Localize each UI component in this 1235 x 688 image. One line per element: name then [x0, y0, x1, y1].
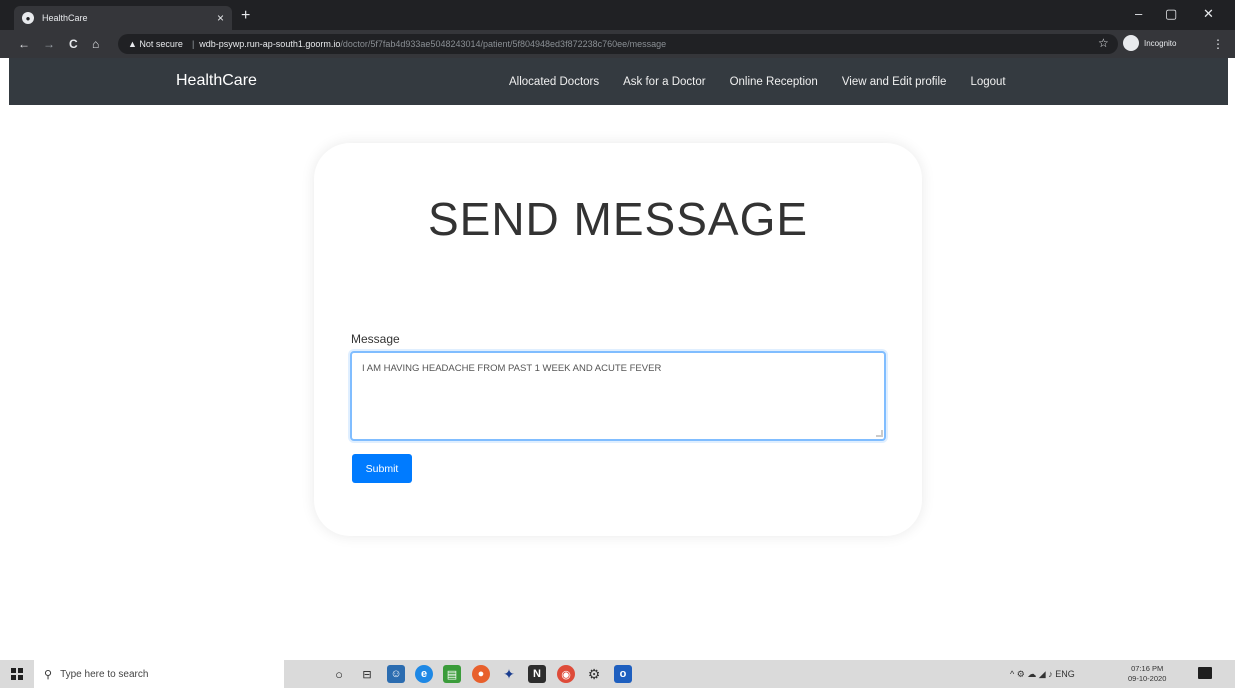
search-icon: ⚲: [44, 668, 53, 681]
app-navbar: HealthCare Allocated Doctors Ask for a D…: [9, 58, 1228, 105]
browser-menu-icon[interactable]: ⋮: [1212, 37, 1224, 51]
back-button[interactable]: ←: [18, 37, 30, 51]
page-title: SEND MESSAGE: [427, 193, 809, 245]
brand-logo[interactable]: HealthCare: [176, 72, 257, 90]
url-separator: |: [191, 39, 195, 49]
system-tray[interactable]: ^ ⚙ ☁ ◢ ♪ ENG: [1010, 669, 1075, 680]
file-explorer-icon[interactable]: ▤: [443, 665, 461, 683]
url-path: /doctor/5f7fab4d933ae5048243014/patient/…: [340, 39, 667, 49]
outlook-icon[interactable]: o: [614, 665, 632, 683]
nav-allocated-doctors[interactable]: Allocated Doctors: [509, 76, 599, 88]
bookmark-star-icon[interactable]: ☆: [1098, 36, 1109, 50]
new-tab-button[interactable]: +: [241, 8, 250, 24]
maximize-button[interactable]: ▢: [1165, 6, 1177, 22]
nav-logout[interactable]: Logout: [970, 76, 1005, 88]
people-app-icon[interactable]: ☺: [387, 665, 405, 683]
dropbox-icon[interactable]: ✦: [500, 665, 518, 683]
windows-taskbar: ⚲ Type here to search ○ ⊟ ☺ e ▤ ● ✦ N ◉ …: [0, 660, 1235, 688]
incognito-icon: [1123, 35, 1139, 51]
chrome-icon[interactable]: ◉: [557, 665, 575, 683]
security-warning[interactable]: ▲ Not secure: [128, 39, 183, 49]
url-bar[interactable]: ▲ Not secure | wdb-psywp.run-ap-south1.g…: [118, 34, 1118, 54]
nav-view-edit-profile[interactable]: View and Edit profile: [842, 76, 947, 88]
edge-browser-icon[interactable]: e: [415, 665, 433, 683]
resize-handle-icon[interactable]: [876, 430, 883, 437]
clock-time: 07:16 PM: [1131, 664, 1164, 673]
incognito-indicator[interactable]: Incognito: [1123, 35, 1176, 51]
nav-online-reception[interactable]: Online Reception: [730, 76, 818, 88]
notification-icon[interactable]: [1198, 667, 1212, 679]
message-textarea[interactable]: [350, 351, 886, 441]
submit-button[interactable]: Submit: [352, 454, 412, 483]
url-host: wdb-psywp.run-ap-south1.goorm.io: [199, 39, 341, 49]
home-button[interactable]: ⌂: [92, 37, 99, 51]
incognito-label: Incognito: [1144, 38, 1177, 48]
task-view-icon[interactable]: ⊟: [358, 665, 376, 683]
tab-close-icon[interactable]: ×: [217, 11, 224, 25]
address-toolbar: ← → C ⌂ ▲ Not secure | wdb-psywp.run-ap-…: [0, 30, 1235, 58]
minimize-button[interactable]: –: [1135, 6, 1142, 21]
windows-start-icon[interactable]: [11, 668, 23, 680]
firefox-icon[interactable]: ●: [472, 665, 490, 683]
browser-tab-bar: ● HealthCare × + – ▢ ✕: [0, 0, 1235, 30]
cortana-icon[interactable]: ○: [330, 665, 348, 683]
tab-title: HealthCare: [42, 13, 88, 23]
close-window-button[interactable]: ✕: [1203, 6, 1214, 22]
message-label: Message: [351, 332, 400, 346]
nav-links: Allocated Doctors Ask for a Doctor Onlin…: [509, 76, 1030, 88]
reload-button[interactable]: C: [69, 37, 78, 51]
taskbar-clock[interactable]: 07:16 PM 09-10-2020: [1128, 664, 1166, 684]
favicon-icon: ●: [22, 12, 34, 24]
nav-ask-for-doctor[interactable]: Ask for a Doctor: [623, 76, 705, 88]
search-placeholder: Type here to search: [60, 668, 149, 680]
clock-date: 09-10-2020: [1128, 674, 1167, 683]
send-message-card: SEND MESSAGE Message Submit: [314, 143, 922, 536]
taskbar-search[interactable]: ⚲ Type here to search: [34, 660, 284, 688]
browser-tab[interactable]: ● HealthCare ×: [14, 6, 232, 30]
notion-icon[interactable]: N: [528, 665, 546, 683]
forward-button[interactable]: →: [43, 37, 55, 51]
settings-gear-icon[interactable]: ⚙: [585, 665, 603, 683]
